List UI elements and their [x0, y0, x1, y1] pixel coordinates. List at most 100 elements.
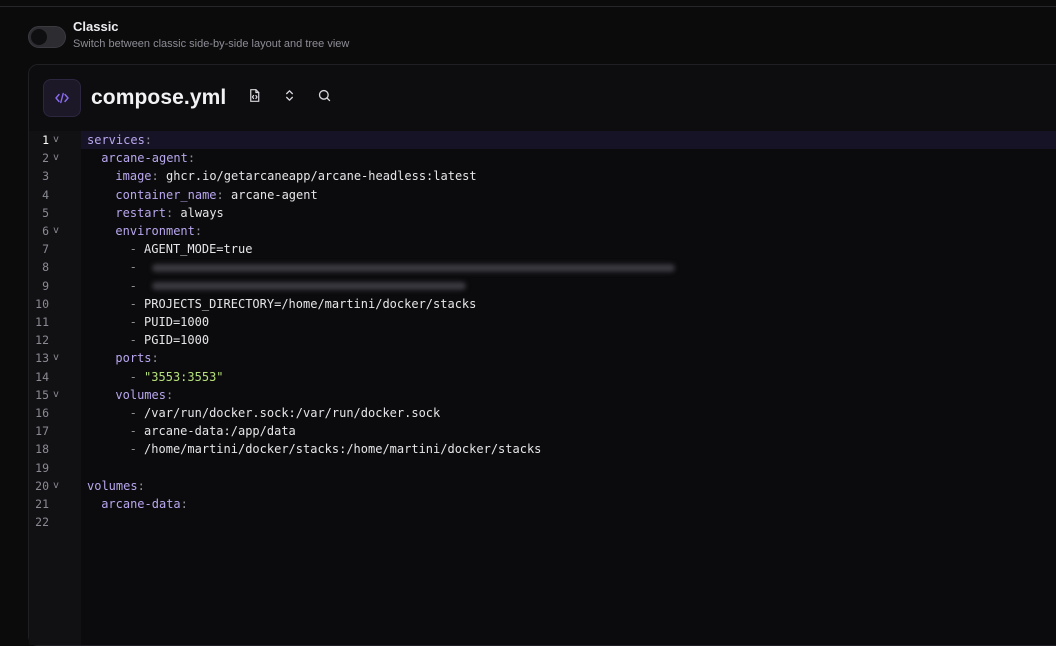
fold-chevron-icon[interactable]: v: [53, 477, 59, 495]
line-number-text: 3: [42, 169, 49, 184]
top-divider: [0, 6, 1056, 7]
line-number: 9: [29, 277, 81, 295]
code-line: ports:: [115, 349, 158, 367]
yaml-colon: :: [180, 497, 188, 511]
line-number-text: 15: [35, 387, 49, 402]
line-number: 4: [29, 186, 81, 204]
line-number: 11: [29, 313, 81, 331]
line-number: 3: [29, 167, 81, 185]
line-number-text: 6: [42, 224, 49, 238]
code-area[interactable]: services: arcane-agent: image: ghcr.io/get…: [81, 131, 1056, 645]
code-line: volumes:: [115, 386, 173, 404]
code-line: services:: [87, 131, 152, 149]
line-number: 12: [29, 331, 81, 349]
list-dash: -: [129, 296, 145, 311]
list-dash: -: [129, 260, 145, 275]
yaml-value: PGID=1000: [144, 333, 210, 348]
setting-text: Classic Switch between classic side-by-s…: [73, 18, 349, 51]
line-number-text: 8: [42, 260, 49, 275]
code-line: - /var/run/docker.sock:/var/run/docker.s…: [130, 404, 441, 422]
list-dash: -: [129, 333, 145, 348]
yaml-colon: :: [137, 478, 145, 493]
line-number-text: 20: [35, 478, 49, 493]
line-number: 16: [29, 404, 81, 422]
yaml-value: always: [173, 205, 224, 220]
line-number-text: 7: [42, 242, 49, 257]
fold-toggle-button[interactable]: [277, 86, 301, 110]
line-number: 2v: [29, 149, 81, 167]
yaml-value: PROJECTS_DIRECTORY=/home/martini/docker/…: [144, 296, 477, 311]
yaml-colon: :: [216, 187, 224, 202]
format-button[interactable]: [242, 86, 266, 110]
line-number-text: 11: [35, 315, 49, 329]
line-number-text: 13: [35, 351, 49, 366]
line-number: 8: [29, 258, 81, 276]
yaml-colon: :: [144, 133, 153, 147]
line-number-text: 21: [35, 497, 49, 511]
editor-header: compose.yml: [29, 65, 1056, 131]
list-dash: -: [129, 278, 145, 293]
line-number-text: 4: [42, 187, 49, 202]
yaml-colon: :: [165, 387, 174, 402]
line-number: 19: [29, 459, 81, 477]
line-number: 5: [29, 204, 81, 222]
fold-chevron-icon[interactable]: v: [53, 222, 59, 240]
code-line: - arcane-data:/app/data: [130, 422, 296, 440]
yaml-value: /home/martini/docker/stacks:/home/martin…: [144, 442, 542, 457]
yaml-key: volumes: [87, 478, 138, 493]
classic-toggle[interactable]: [28, 26, 66, 48]
setting-description: Switch between classic side-by-side layo…: [73, 38, 350, 50]
line-number-text: 18: [35, 442, 49, 457]
yaml-string: "3553:3553": [144, 369, 224, 384]
line-number: 18: [29, 440, 81, 458]
yaml-key: services: [87, 133, 145, 147]
setting-title: Classic: [73, 19, 119, 34]
search-icon: [317, 88, 332, 108]
toggle-knob: [31, 29, 47, 45]
line-number-text: 16: [35, 406, 49, 420]
list-dash: -: [129, 424, 145, 439]
search-button[interactable]: [312, 86, 336, 110]
yaml-value: arcane-data:/app/data: [144, 424, 296, 439]
line-number-text: 12: [35, 333, 49, 348]
code-line: container_name: arcane-agent: [115, 186, 317, 204]
code-line: restart: always: [115, 204, 223, 222]
line-gutter: 1 v 2 v 3 4 5 6 v 7 8 9 10 11 12 13 v 14 15 v 16 17 18 19 20 v 21 2…: [29, 131, 81, 645]
code-line: -: [129, 258, 676, 276]
code-line: environment:: [115, 222, 202, 240]
list-dash: -: [129, 369, 145, 384]
yaml-value: arcane-agent: [223, 187, 318, 202]
yaml-key: ports: [115, 351, 152, 366]
fold-chevron-icon[interactable]: v: [53, 386, 59, 404]
active-line-highlight: [81, 131, 1056, 150]
code-icon: [43, 79, 81, 117]
list-dash: -: [129, 315, 145, 329]
yaml-key: arcane-data: [101, 497, 181, 511]
line-number: 17: [29, 422, 81, 440]
file-title: compose.yml: [91, 86, 227, 109]
line-number-text: 10: [35, 296, 49, 311]
code-line: - PROJECTS_DIRECTORY=/home/martini/docke…: [130, 295, 477, 313]
code-editor[interactable]: 1 v 2 v 3 4 5 6 v 7 8 9 10 11 12 13 v 14 15 v 16 17 18 19 20 v 21 2…: [29, 131, 1056, 645]
yaml-value: /var/run/docker.sock:/var/run/docker.soc…: [144, 406, 441, 420]
line-number-text: 19: [35, 460, 49, 475]
code-line: - "3553:3553": [130, 368, 224, 386]
code-line: arcane-data:: [101, 495, 188, 513]
line-number-text: 22: [35, 515, 49, 530]
yaml-value: PUID=1000: [144, 315, 210, 329]
line-number-text: 2: [42, 151, 49, 166]
code-line: - PGID=1000: [130, 331, 209, 349]
fold-chevron-icon[interactable]: v: [53, 131, 59, 149]
code-line: - AGENT_MODE=true: [130, 240, 253, 258]
fold-chevron-icon[interactable]: v: [53, 149, 59, 167]
line-number: 15 v: [29, 386, 81, 404]
list-dash: -: [129, 242, 145, 257]
list-dash: -: [129, 406, 145, 420]
fold-chevron-icon[interactable]: v: [53, 349, 59, 367]
code-line: arcane-agent:: [101, 149, 195, 167]
redacted-value: [152, 263, 676, 272]
line-number: 7: [29, 240, 81, 258]
line-number: 6v: [29, 222, 81, 240]
yaml-colon: :: [194, 224, 203, 238]
editor-panel: compose.yml 1 v 2 v 3 4 5 6 v 7 8 9 10 1…: [28, 64, 1056, 646]
